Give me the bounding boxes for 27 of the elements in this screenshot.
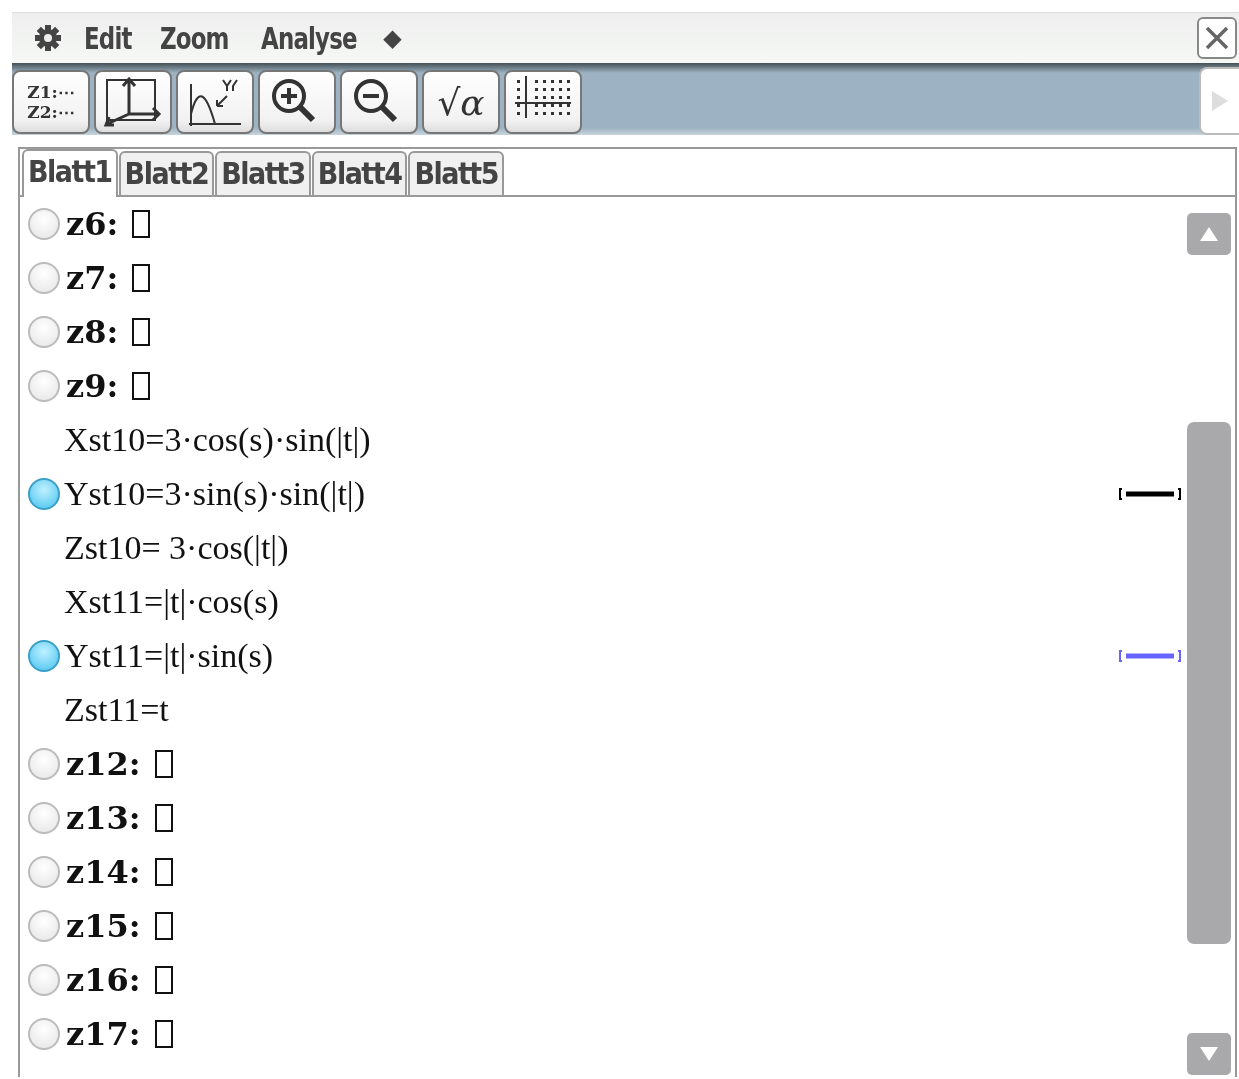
- menu-more[interactable]: ◆: [383, 24, 402, 52]
- entry-label: z15:: [66, 907, 141, 945]
- entry-label: z6:: [66, 205, 119, 243]
- entry-label: z12:: [66, 745, 141, 783]
- formula-text[interactable]: Zst11=t: [64, 691, 169, 729]
- formula-text[interactable]: Yst10=3·sin(s)·sin(|t|): [64, 475, 365, 513]
- menu-item[interactable]: Edit: [84, 20, 132, 56]
- entry-label: z9:: [66, 367, 119, 405]
- formula-text[interactable]: Zst10= 3·cos(|t|): [64, 529, 289, 567]
- list-button[interactable]: Z1:⋯ Z2:⋯: [12, 70, 90, 134]
- entry-label: z17:: [66, 1015, 141, 1053]
- formula-text[interactable]: Xst11=|t|·cos(s): [64, 583, 279, 621]
- formula-text[interactable]: Yst11=|t|·sin(s): [64, 637, 274, 675]
- entry-label: z8:: [66, 313, 119, 351]
- entry-label: z14:: [66, 853, 141, 891]
- math-button[interactable]: √α: [422, 70, 500, 134]
- entry-label: z13:: [66, 799, 141, 837]
- sheet-tab[interactable]: Blatt2: [118, 151, 215, 195]
- sheet-tab[interactable]: Blatt4: [311, 151, 408, 195]
- menu-item[interactable]: Analyse: [260, 20, 357, 56]
- formula-text[interactable]: Xst10=3·cos(s)·sin(|t|): [64, 421, 371, 459]
- entry-label: z7:: [66, 259, 119, 297]
- menu-item[interactable]: Zoom: [159, 20, 229, 56]
- entry-label: z16:: [66, 961, 141, 999]
- sheet-tab[interactable]: Blatt1: [22, 149, 118, 197]
- sheet-tab[interactable]: Blatt3: [215, 151, 311, 195]
- sheet-tab[interactable]: Blatt5: [408, 151, 505, 195]
